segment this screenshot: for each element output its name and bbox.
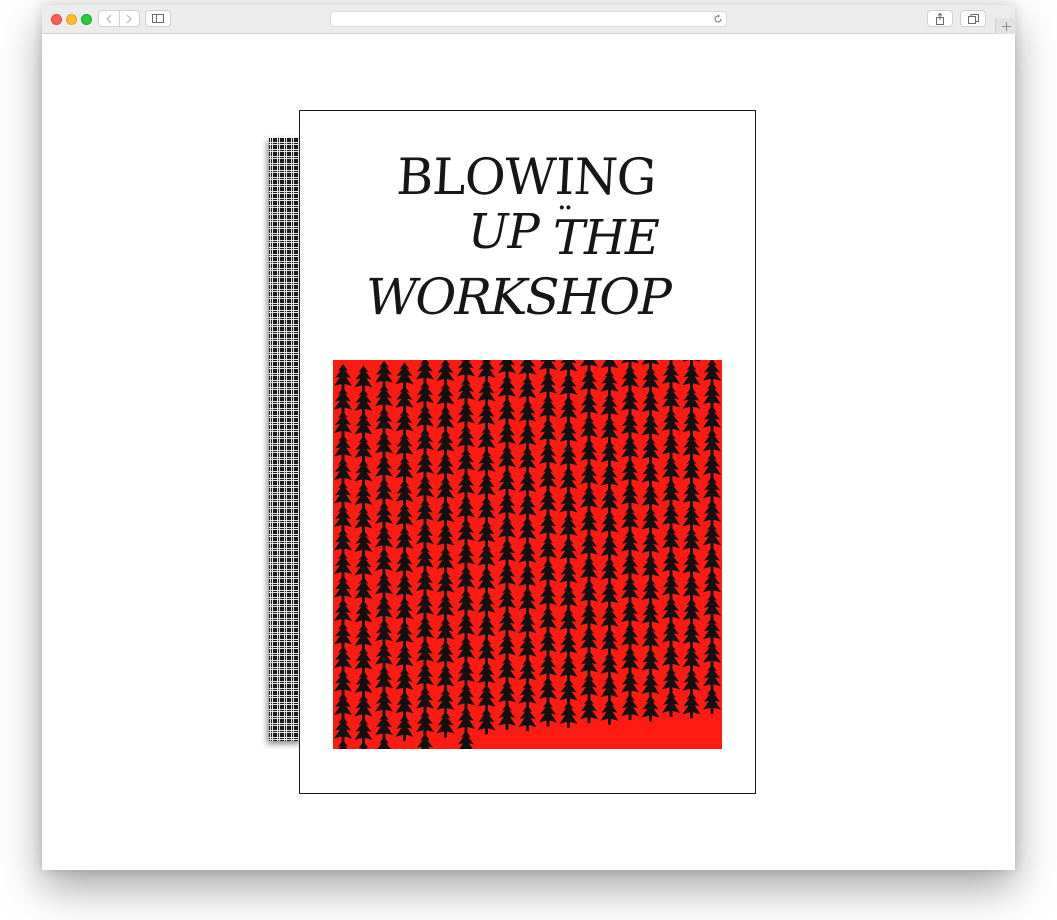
cover-artwork [333, 360, 722, 749]
close-window-button[interactable] [51, 14, 62, 25]
page-content: BLOWING UP ·· THE WORKSHOP [42, 34, 1015, 870]
share-button[interactable] [927, 10, 953, 27]
address-bar[interactable] [330, 11, 727, 27]
maximize-window-button[interactable] [81, 14, 92, 25]
new-tab-button[interactable] [995, 18, 1016, 34]
forward-button[interactable] [118, 11, 140, 26]
browser-window: BLOWING UP ·· THE WORKSHOP [42, 5, 1016, 870]
show-tabs-button[interactable] [960, 10, 986, 27]
sidebar-icon [152, 14, 164, 23]
chevron-left-icon [105, 14, 112, 23]
back-book-spine-pattern [269, 138, 303, 741]
title-line-up: UP [468, 204, 540, 260]
minimize-window-button[interactable] [66, 14, 77, 25]
share-icon [936, 12, 944, 25]
navigation-buttons [98, 10, 140, 27]
title-line-the: THE [553, 210, 660, 266]
book-cover[interactable]: BLOWING UP ·· THE WORKSHOP [299, 110, 756, 794]
reload-icon[interactable] [713, 14, 723, 24]
fir-tree-pattern [333, 360, 722, 749]
browser-toolbar [42, 5, 1016, 34]
chevron-right-icon [126, 14, 133, 23]
back-button[interactable] [99, 11, 119, 26]
title-line-workshop: WORKSHOP [366, 268, 672, 326]
title-line-blowing: BLOWING [392, 148, 660, 206]
plus-icon [1001, 21, 1011, 31]
sidebar-toggle-button[interactable] [145, 10, 171, 27]
tabs-icon [967, 13, 979, 24]
book-title: BLOWING UP ·· THE WORKSHOP [300, 141, 757, 325]
